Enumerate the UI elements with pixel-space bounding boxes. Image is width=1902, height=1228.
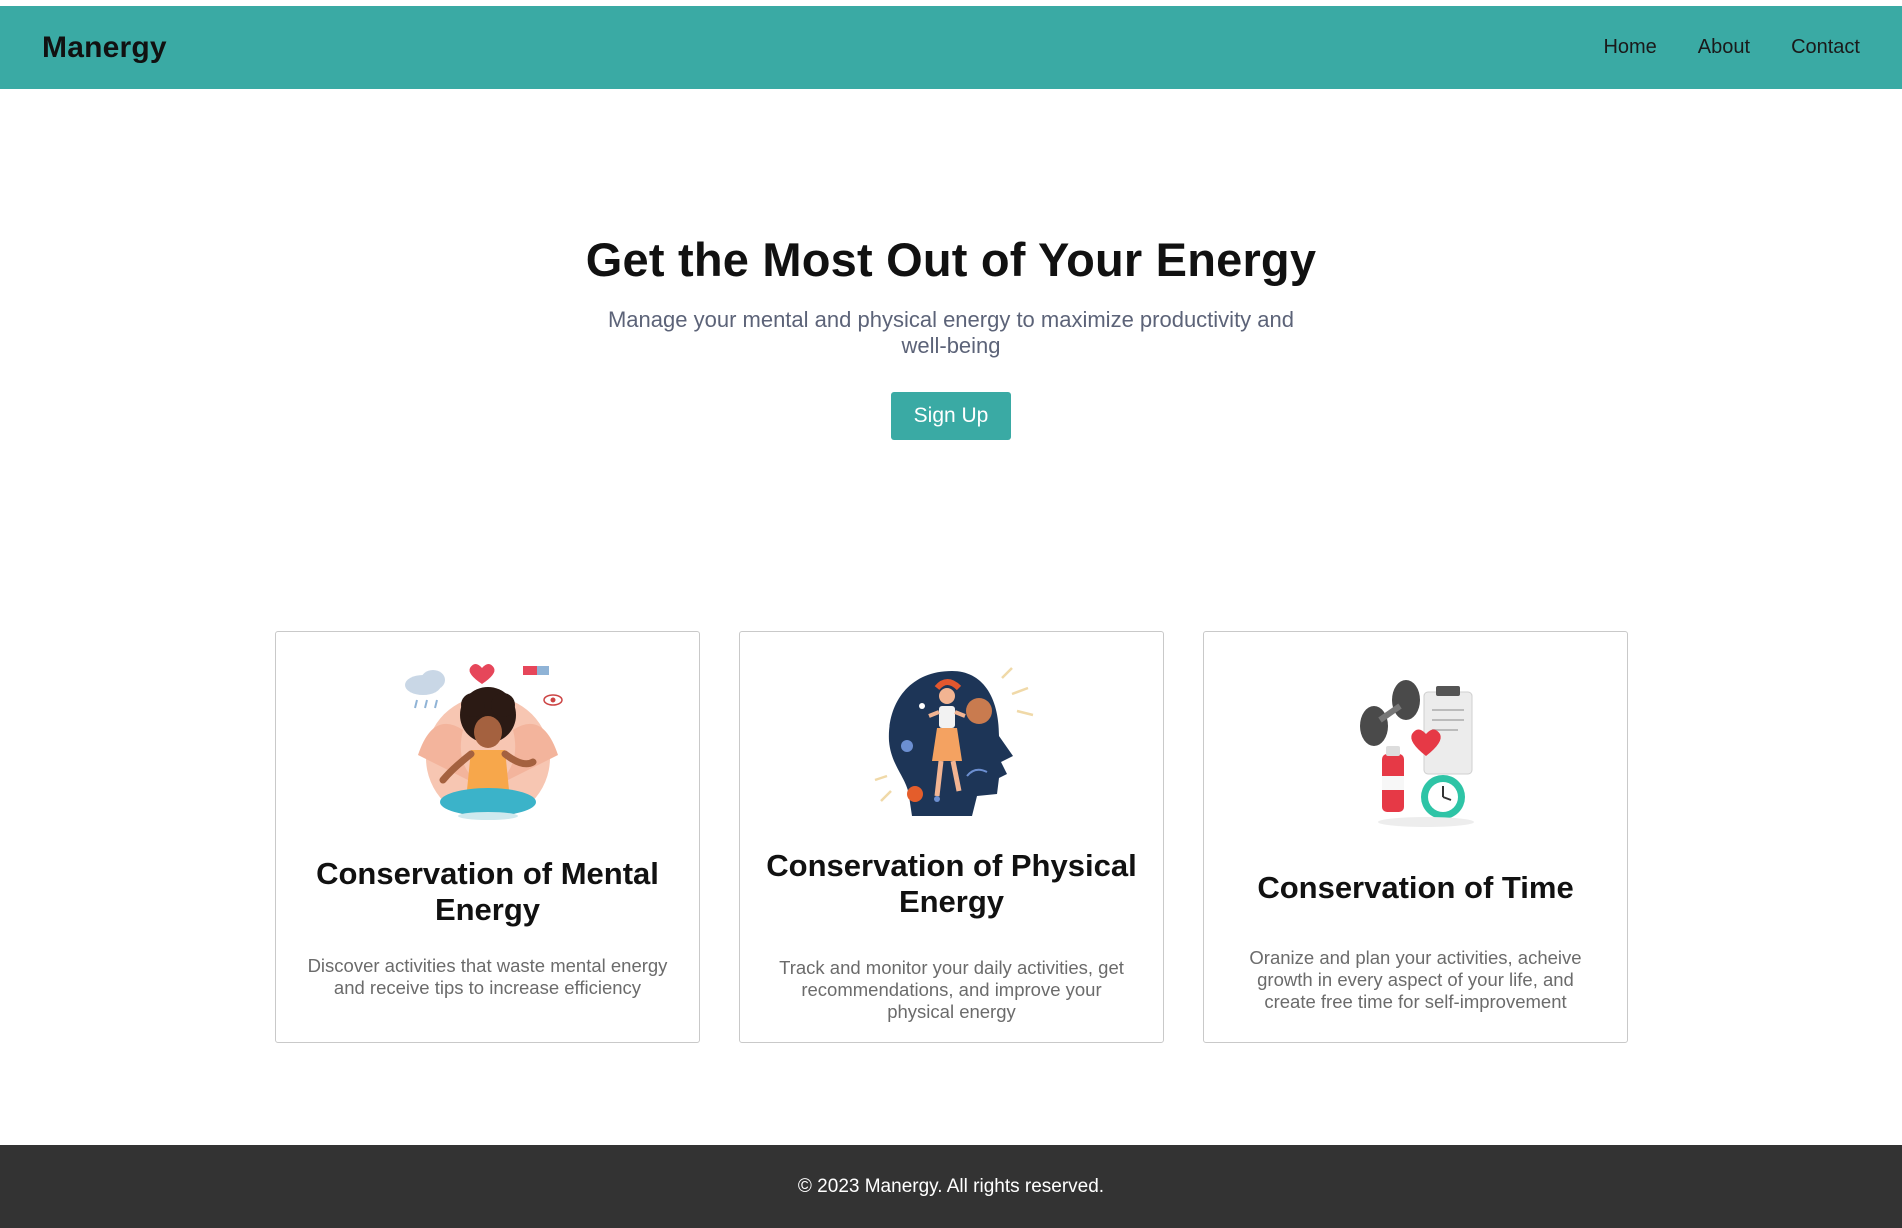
fitness-clock-illustration-icon bbox=[1359, 680, 1474, 827]
hero-subtitle: Manage your mental and physical energy t… bbox=[607, 307, 1295, 358]
hero-title: Get the Most Out of Your Energy bbox=[585, 233, 1317, 286]
copyright-text: © 2023 Manergy. All rights reserved. bbox=[797, 1175, 1105, 1197]
feature-cards: Conservation of Mental Energy Discover a… bbox=[275, 631, 1628, 1043]
nav-links: Home About Contact bbox=[1603, 36, 1860, 59]
card-title: Conservation of Physical Energy bbox=[766, 848, 1137, 919]
card-text: Discover activities that waste mental en… bbox=[307, 955, 668, 998]
navbar: Manergy Home About Contact bbox=[0, 6, 1902, 89]
nav-link-contact[interactable]: Contact bbox=[1791, 36, 1860, 59]
feature-card-time: Conservation of Time Oranize and plan yo… bbox=[1203, 631, 1628, 1043]
nav-link-home[interactable]: Home bbox=[1603, 36, 1656, 59]
feature-card-mental: Conservation of Mental Energy Discover a… bbox=[275, 631, 700, 1043]
feature-card-physical: Conservation of Physical Energy Track an… bbox=[739, 631, 1164, 1043]
hero-section: Get the Most Out of Your Energy Manage y… bbox=[0, 232, 1902, 440]
sign-up-button[interactable]: Sign Up bbox=[891, 392, 1011, 440]
brand-logo[interactable]: Manergy bbox=[42, 31, 167, 65]
card-title: Conservation of Time bbox=[1257, 870, 1574, 905]
footer: © 2023 Manergy. All rights reserved. bbox=[0, 1145, 1902, 1228]
card-text: Track and monitor your daily activities,… bbox=[779, 957, 1124, 1022]
card-text: Oranize and plan your activities, acheiv… bbox=[1249, 947, 1582, 1012]
nav-link-about[interactable]: About bbox=[1698, 36, 1750, 59]
meditation-illustration-icon bbox=[404, 664, 563, 820]
head-silhouette-illustration-icon bbox=[874, 667, 1033, 816]
card-title: Conservation of Mental Energy bbox=[316, 856, 659, 927]
